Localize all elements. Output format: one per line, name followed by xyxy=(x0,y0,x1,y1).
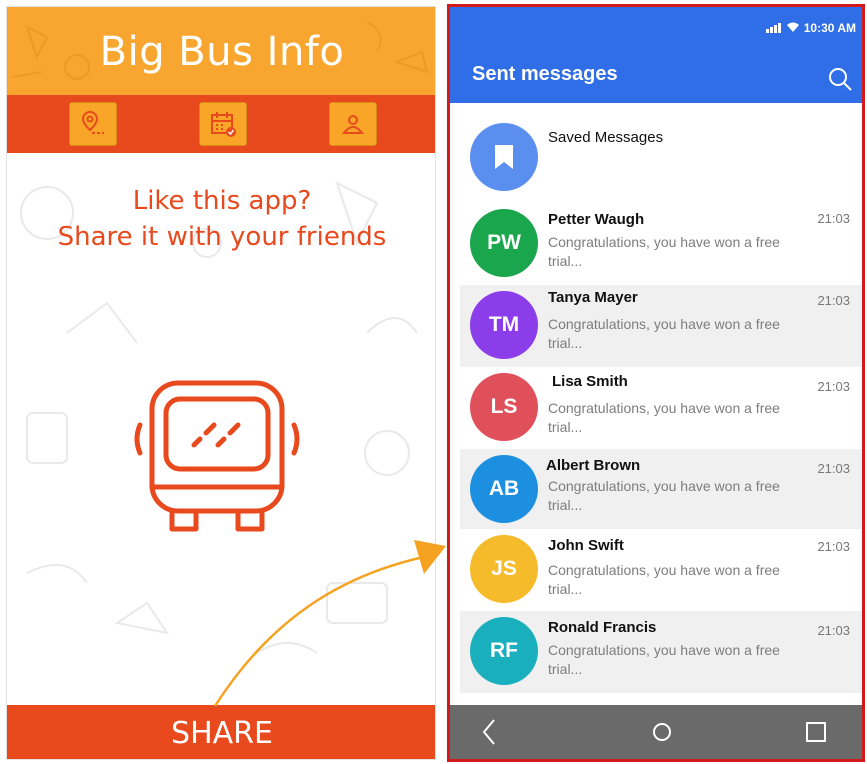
message-preview: Congratulations, you have won a free tri… xyxy=(548,234,780,269)
search-icon[interactable] xyxy=(826,65,854,93)
recents-icon[interactable] xyxy=(802,718,830,746)
message-preview: Congratulations, you have won a free tri… xyxy=(548,642,780,677)
schedule-nav-button[interactable] xyxy=(199,102,247,146)
avatar-initials: RF xyxy=(490,639,518,662)
system-nav-bar xyxy=(450,705,862,759)
conversation-item[interactable]: AB Albert Brown 21:03 Congratulations, y… xyxy=(460,449,862,529)
share-prompt-line2: Share it with your friends xyxy=(57,222,387,252)
contact-avatar: RF xyxy=(470,617,538,685)
contact-name: Ronald Francis xyxy=(548,619,657,636)
calendar-icon xyxy=(211,112,236,137)
map-pin-icon xyxy=(81,110,104,134)
saved-messages-label: Saved Messages xyxy=(548,129,664,146)
conversation-item[interactable]: TM Tanya Mayer 21:03 Congratulations, yo… xyxy=(460,285,862,367)
sent-messages-screen: 10:30 AM Sent messages Saved Messages PW… xyxy=(447,4,865,762)
contact-name: Lisa Smith xyxy=(552,373,628,390)
status-bar: 10:30 AM xyxy=(450,7,862,51)
conversation-item[interactable]: PW Petter Waugh 21:03 Congratulations, y… xyxy=(460,207,862,285)
bookmark-icon xyxy=(495,145,513,169)
home-icon[interactable] xyxy=(648,718,676,746)
message-preview: Congratulations, you have won a free tri… xyxy=(548,562,780,597)
conversation-item[interactable]: JS John Swift 21:03 Congratulations, you… xyxy=(460,529,862,611)
bus-icon xyxy=(134,380,300,532)
message-time: 21:03 xyxy=(817,461,850,476)
contact-avatar: JS xyxy=(470,535,538,603)
contact-name: John Swift xyxy=(548,537,624,554)
app-header: Big Bus Info xyxy=(7,7,435,95)
share-prompt-line1: Like this app? xyxy=(132,186,312,216)
message-time: 21:03 xyxy=(817,211,850,226)
app-bar: Sent messages xyxy=(450,51,862,103)
avatar-initials: TM xyxy=(488,313,520,336)
contact-name: Petter Waugh xyxy=(548,211,645,228)
message-preview: Congratulations, you have won a free tri… xyxy=(548,400,780,435)
contact-avatar: AB xyxy=(470,455,538,523)
message-time: 21:03 xyxy=(817,379,850,394)
message-preview: Congratulations, you have won a free tri… xyxy=(548,316,780,351)
share-button[interactable]: SHARE xyxy=(7,705,435,759)
avatar-initials: AB xyxy=(488,477,520,500)
composite-screenshot: Big Bus Info Like this app? Share it wit… xyxy=(0,0,867,764)
profile-nav-button[interactable] xyxy=(329,102,377,146)
map-nav-button[interactable] xyxy=(69,102,117,146)
status-time: 10:30 AM xyxy=(803,21,856,35)
share-prompt: Like this app? Share it with your friend… xyxy=(7,183,435,255)
message-time: 21:03 xyxy=(817,293,850,308)
saved-messages-avatar xyxy=(470,123,538,191)
back-icon[interactable] xyxy=(476,718,504,746)
conversation-item[interactable]: RF Ronald Francis 21:03 Congratulations,… xyxy=(460,611,862,693)
wifi-icon xyxy=(787,22,799,32)
app-nav-bar xyxy=(7,95,435,153)
screen-title: Sent messages xyxy=(472,63,618,85)
contact-avatar: PW xyxy=(470,209,538,277)
big-bus-info-screen: Big Bus Info Like this app? Share it wit… xyxy=(6,6,436,760)
message-time: 21:03 xyxy=(817,623,850,638)
avatar-initials: PW xyxy=(487,231,521,254)
message-list: Saved Messages PW Petter Waugh 21:03 Con… xyxy=(450,103,862,711)
profile-icon xyxy=(341,115,365,134)
contact-name: Albert Brown xyxy=(546,457,641,474)
contact-name: Tanya Mayer xyxy=(548,289,638,306)
signal-icon xyxy=(766,23,781,33)
message-time: 21:03 xyxy=(817,539,850,554)
app-title: Big Bus Info xyxy=(99,29,345,75)
contact-avatar: TM xyxy=(470,291,538,359)
saved-messages-item[interactable]: Saved Messages xyxy=(460,121,862,193)
avatar-initials: JS xyxy=(491,557,517,580)
conversation-item[interactable]: LS Lisa Smith 21:03 Congratulations, you… xyxy=(460,367,862,449)
message-preview: Congratulations, you have won a free tri… xyxy=(548,478,780,513)
avatar-initials: LS xyxy=(490,395,518,418)
contact-avatar: LS xyxy=(470,373,538,441)
